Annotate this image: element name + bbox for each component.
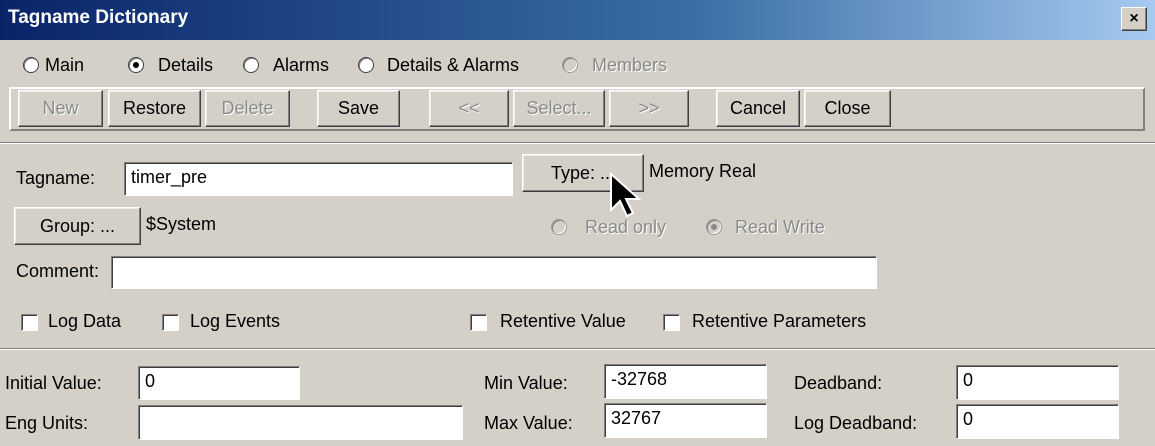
radio-alarms-label[interactable]: Alarms bbox=[273, 55, 329, 76]
next-button[interactable]: >> bbox=[609, 90, 689, 127]
radio-members[interactable] bbox=[562, 57, 578, 73]
group-value: $System bbox=[146, 214, 217, 234]
log-events-label[interactable]: Log Events bbox=[190, 311, 280, 332]
comment-label: Comment: bbox=[16, 261, 100, 281]
radio-read-write[interactable] bbox=[706, 219, 722, 235]
retentive-parameters-checkbox[interactable] bbox=[663, 314, 680, 331]
deadband-label: Deadband: bbox=[794, 373, 883, 393]
log-deadband-label: Log Deadband: bbox=[794, 413, 918, 433]
title-bar[interactable]: Tagname Dictionary × bbox=[0, 0, 1155, 40]
close-button[interactable]: Close bbox=[804, 90, 891, 127]
mouse-cursor-icon bbox=[610, 172, 642, 218]
radio-main[interactable] bbox=[23, 57, 39, 73]
new-button[interactable]: New bbox=[18, 90, 103, 127]
restore-button[interactable]: Restore bbox=[108, 90, 201, 127]
save-button[interactable]: Save bbox=[317, 90, 400, 127]
min-value-input[interactable]: -32768 bbox=[604, 364, 767, 399]
window-title: Tagname Dictionary bbox=[8, 7, 189, 28]
log-data-checkbox[interactable] bbox=[21, 314, 38, 331]
radio-main-label[interactable]: Main bbox=[45, 55, 84, 76]
radio-details-alarms-label[interactable]: Details & Alarms bbox=[387, 55, 519, 76]
log-deadband-input[interactable]: 0 bbox=[956, 404, 1119, 439]
deadband-input[interactable]: 0 bbox=[956, 365, 1119, 400]
radio-alarms[interactable] bbox=[243, 57, 259, 73]
retentive-parameters-label[interactable]: Retentive Parameters bbox=[692, 311, 866, 332]
select-button[interactable]: Select... bbox=[513, 90, 605, 127]
radio-read-write-label[interactable]: Read Write bbox=[735, 217, 825, 238]
radio-read-only-label[interactable]: Read only bbox=[585, 217, 666, 238]
tagname-dictionary-window: Tagname Dictionary × Main Details Alarms… bbox=[0, 0, 1155, 446]
radio-members-label[interactable]: Members bbox=[592, 55, 667, 76]
eng-units-label: Eng Units: bbox=[5, 413, 89, 433]
window-close-button[interactable]: × bbox=[1121, 7, 1147, 31]
log-data-label[interactable]: Log Data bbox=[48, 311, 121, 332]
initial-value-input[interactable]: 0 bbox=[138, 366, 300, 400]
min-value-label: Min Value: bbox=[484, 373, 568, 393]
previous-button[interactable]: << bbox=[429, 90, 509, 127]
radio-details-label[interactable]: Details bbox=[158, 55, 213, 76]
eng-units-input[interactable] bbox=[138, 405, 463, 440]
radio-read-only[interactable] bbox=[551, 219, 567, 235]
retentive-value-label[interactable]: Retentive Value bbox=[500, 311, 626, 332]
max-value-input[interactable]: 32767 bbox=[604, 403, 767, 438]
separator-top bbox=[0, 142, 1155, 144]
radio-details[interactable] bbox=[128, 57, 144, 73]
retentive-value-checkbox[interactable] bbox=[470, 314, 487, 331]
cancel-button[interactable]: Cancel bbox=[716, 90, 800, 127]
delete-button[interactable]: Delete bbox=[205, 90, 290, 127]
type-value: Memory Real bbox=[649, 161, 757, 181]
tagname-input[interactable]: timer_pre bbox=[124, 162, 513, 196]
radio-details-alarms[interactable] bbox=[358, 57, 374, 73]
max-value-label: Max Value: bbox=[484, 413, 573, 433]
separator-bottom bbox=[0, 348, 1155, 350]
initial-value-label: Initial Value: bbox=[5, 373, 102, 393]
tagname-label: Tagname: bbox=[16, 168, 96, 188]
comment-input[interactable] bbox=[111, 256, 877, 289]
group-button[interactable]: Group: ... bbox=[14, 207, 141, 245]
log-events-checkbox[interactable] bbox=[162, 314, 179, 331]
